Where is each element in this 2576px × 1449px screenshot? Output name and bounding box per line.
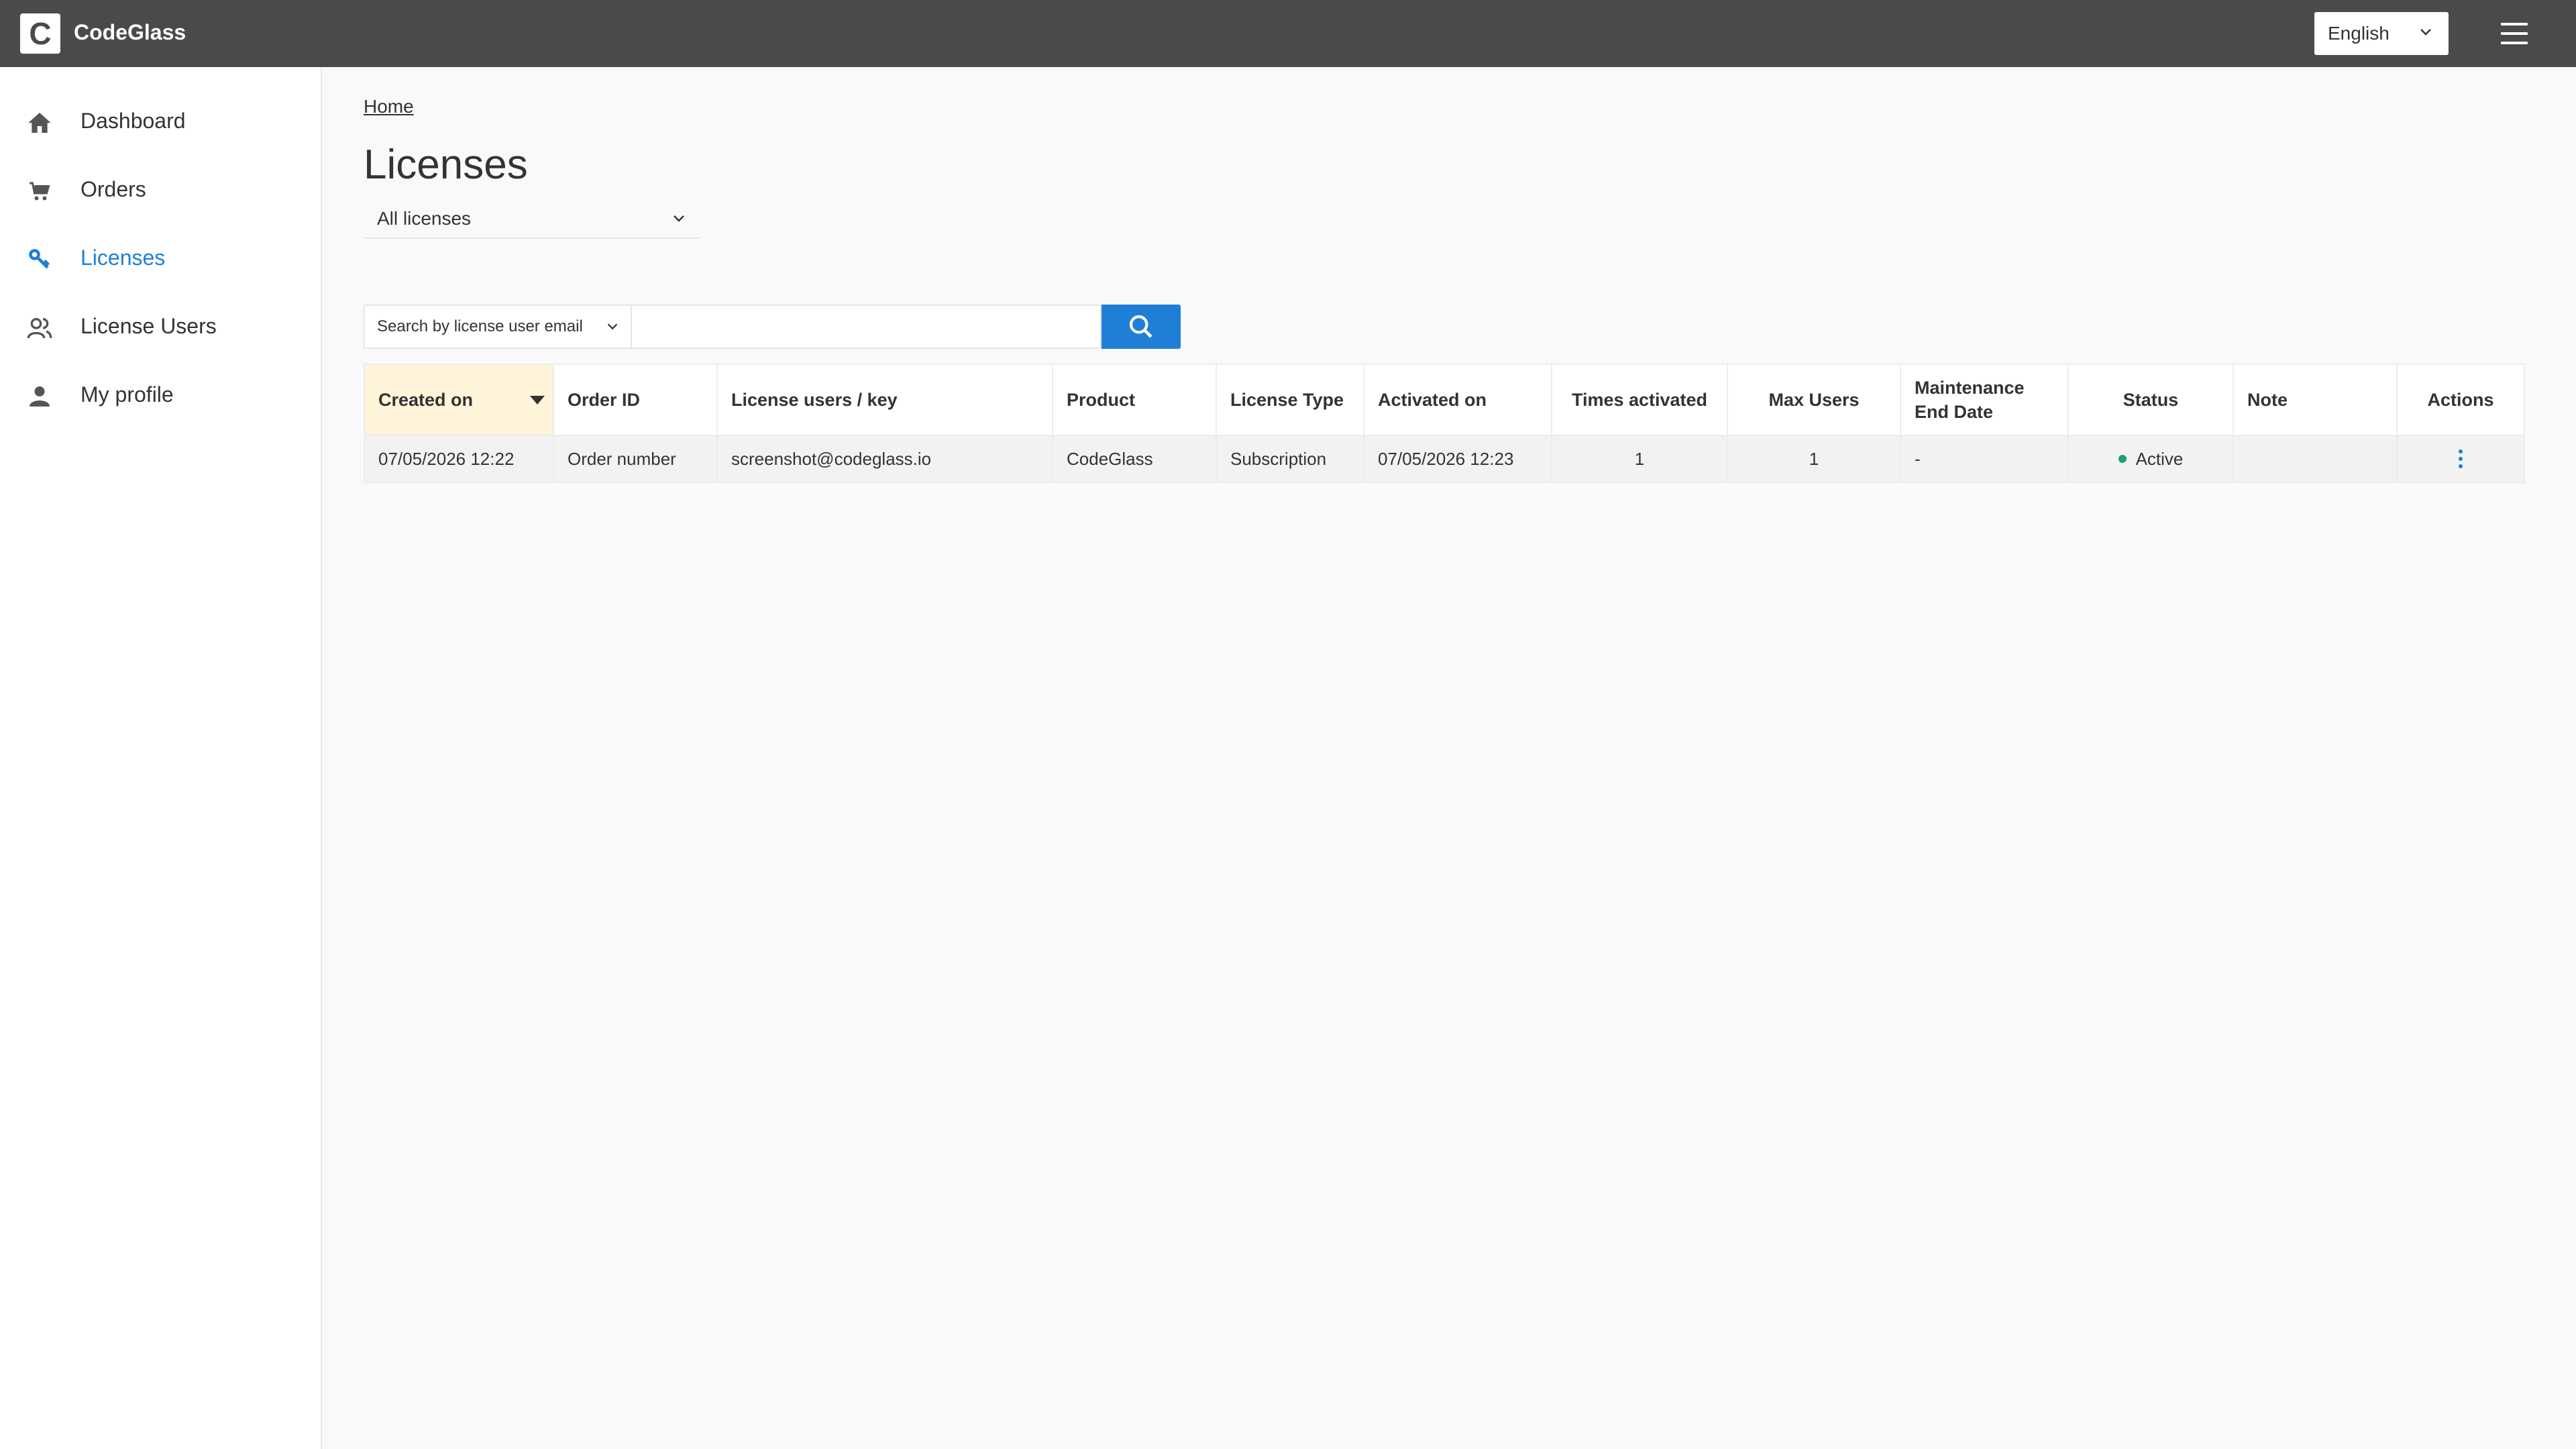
cell-product: CodeGlass [1053, 436, 1217, 482]
key-icon [25, 246, 54, 274]
col-activated-on[interactable]: Activated on [1364, 365, 1552, 435]
cell-license-users: screenshot@codeglass.io [718, 436, 1053, 482]
users-icon [25, 314, 54, 342]
col-label: Order ID [568, 389, 641, 410]
col-label-line1: Maintenance [1915, 377, 2025, 398]
home-icon [25, 109, 54, 137]
cell-actions [2398, 436, 2524, 482]
search-type-select[interactable]: Search by license user email [364, 305, 632, 349]
sidebar-item-label: Dashboard [80, 109, 186, 133]
col-label: Product [1067, 389, 1136, 410]
sidebar-item-label: Licenses [80, 246, 166, 270]
table-row[interactable]: 07/05/2026 12:22 Order number screenshot… [364, 436, 2525, 483]
sort-desc-icon[interactable] [530, 396, 545, 405]
col-maintenance-end-date[interactable]: Maintenance End Date [1901, 365, 2069, 435]
cell-maintenance-end-date: - [1901, 436, 2069, 482]
cell-activated-on: 07/05/2026 12:23 [1364, 436, 1552, 482]
search-type-label: Search by license user email [377, 317, 583, 335]
col-label: License Type [1230, 389, 1344, 410]
page-title: Licenses [364, 142, 528, 188]
sidebar-item-orders[interactable]: Orders [0, 164, 322, 217]
chevron-down-icon [674, 215, 684, 222]
col-created-on[interactable]: Created on [365, 365, 554, 435]
col-label: Note [2247, 389, 2288, 410]
cart-icon [25, 177, 54, 205]
status-label: Active [2135, 448, 2184, 469]
brand-name[interactable]: CodeGlass [74, 20, 186, 45]
col-label: Max Users [1768, 389, 1860, 410]
sidebar-item-label: License Users [80, 314, 217, 338]
status-dot [2118, 455, 2127, 463]
cell-times-activated: 1 [1552, 436, 1728, 482]
language-select[interactable]: English [2314, 12, 2449, 55]
col-times-activated[interactable]: Times activated [1552, 365, 1728, 435]
cell-created-on: 07/05/2026 12:22 [365, 436, 554, 482]
col-actions: Actions [2398, 365, 2524, 435]
col-label: Created on [378, 389, 474, 410]
col-label: Activated on [1378, 389, 1487, 410]
chevron-down-icon [607, 323, 618, 330]
top-bar: C CodeGlass English [0, 0, 2576, 67]
col-label: Maintenance End Date [1915, 376, 2025, 425]
sidebar-item-my-profile[interactable]: My profile [0, 369, 322, 423]
col-license-type[interactable]: License Type [1217, 365, 1364, 435]
menu-icon[interactable] [2501, 23, 2528, 44]
filter-label: All licenses [377, 208, 472, 229]
sidebar-item-label: Orders [80, 177, 146, 201]
col-label-line2: End Date [1915, 402, 1994, 422]
more-actions-icon[interactable] [2459, 449, 2463, 468]
search-input[interactable] [632, 305, 1102, 349]
col-label: Times activated [1571, 389, 1708, 410]
sidebar-item-label: My profile [80, 382, 174, 407]
cell-license-type: Subscription [1217, 436, 1364, 482]
cell-max-users: 1 [1728, 436, 1901, 482]
table-header: Created on Order ID License users / key … [364, 364, 2525, 436]
sidebar-item-licenses[interactable]: Licenses [0, 232, 322, 286]
col-note[interactable]: Note [2234, 365, 2398, 435]
search-button[interactable] [1102, 305, 1181, 349]
col-label: Actions [2427, 389, 2494, 410]
person-icon [25, 382, 54, 411]
sidebar-item-license-users[interactable]: License Users [0, 301, 322, 354]
cell-order-id: Order number [554, 436, 718, 482]
col-max-users[interactable]: Max Users [1728, 365, 1901, 435]
search-icon [1129, 315, 1152, 338]
col-label: License users / key [731, 389, 898, 410]
cell-status: Active [2069, 436, 2234, 482]
brand-logo[interactable]: C [20, 13, 60, 54]
col-product[interactable]: Product [1053, 365, 1217, 435]
sidebar: Dashboard Orders Licenses License Users … [0, 67, 322, 1449]
sidebar-item-dashboard[interactable]: Dashboard [0, 95, 322, 149]
col-label: Status [2123, 389, 2179, 410]
col-status[interactable]: Status [2069, 365, 2234, 435]
chevron-down-icon [2420, 29, 2431, 36]
col-license-users[interactable]: License users / key [718, 365, 1053, 435]
col-order-id[interactable]: Order ID [554, 365, 718, 435]
language-label: English [2328, 23, 2390, 44]
licenses-table: Created on Order ID License users / key … [364, 364, 2525, 483]
cell-note [2234, 436, 2398, 482]
license-filter-select[interactable]: All licenses [364, 200, 699, 239]
breadcrumb-home[interactable]: Home [364, 96, 414, 117]
